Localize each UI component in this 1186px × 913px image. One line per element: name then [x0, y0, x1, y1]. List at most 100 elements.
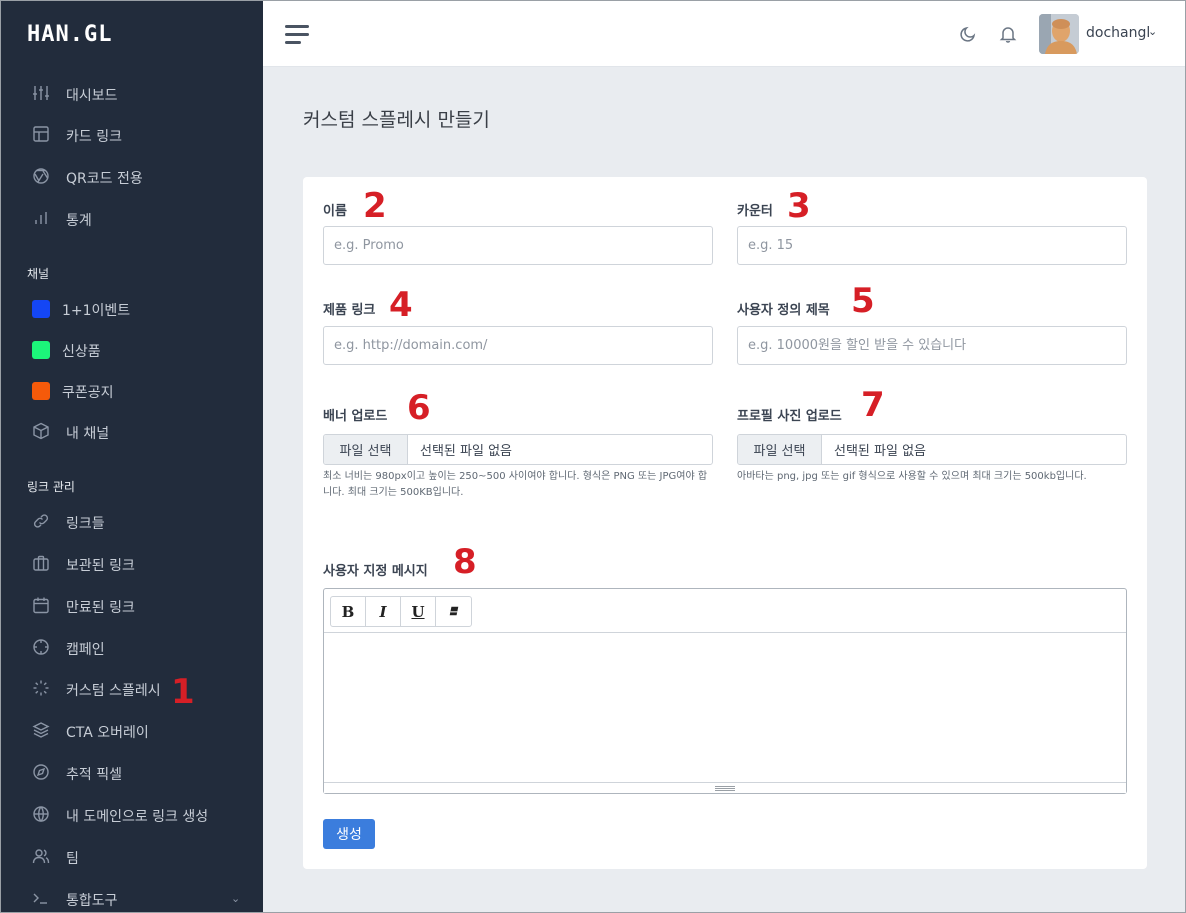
sidebar-item-integrations[interactable]: 통합도구 ⌄: [1, 879, 263, 912]
sidebar-item-label: 신상품: [62, 344, 101, 360]
links-section-title: 링크 관리: [27, 480, 75, 494]
sidebar-item-label: 추적 픽셀: [66, 767, 122, 783]
briefcase-icon: [32, 554, 50, 572]
bold-button[interactable]: B: [331, 597, 366, 626]
sidebar-item-my-channel[interactable]: 내 채널: [1, 412, 263, 452]
sidebar-item-label: 1+1이벤트: [62, 303, 131, 319]
top-bar: dochangl ⌄: [263, 1, 1185, 67]
sidebar-item-label: 보관된 링크: [66, 558, 135, 574]
annotation-marker: 5: [851, 281, 875, 321]
globe-icon: [32, 805, 50, 823]
file-status: 선택된 파일 없음: [420, 444, 512, 459]
avatar[interactable]: [1039, 14, 1079, 54]
sidebar-item-links[interactable]: 링크들: [1, 502, 263, 542]
users-icon: [32, 847, 50, 865]
crosshair-icon: [32, 638, 50, 656]
message-label: 사용자 지정 메시지: [323, 564, 428, 579]
app-window: HAN.GL 대시보드 카드 링크 QR코드 전용 통계 채널 1+1이벤트 신…: [0, 0, 1186, 913]
sidebar-item-label: 내 도메인으로 링크 생성: [66, 809, 209, 825]
chevron-down-icon: ⌄: [231, 892, 241, 905]
product-link-label: 제품 링크: [323, 303, 376, 318]
moon-icon[interactable]: [959, 25, 977, 43]
channels-section-title: 채널: [27, 267, 50, 281]
hamburger-menu-icon[interactable]: [285, 23, 309, 44]
sidebar-item-label: 내 채널: [66, 426, 110, 442]
username[interactable]: dochangl: [1086, 25, 1150, 41]
banner-upload-label: 배너 업로드: [323, 409, 388, 424]
bell-icon[interactable]: [999, 25, 1017, 43]
sidebar-item-label: 통계: [66, 213, 92, 229]
italic-button[interactable]: I: [366, 597, 401, 626]
choose-file-button[interactable]: 파일 선택: [324, 435, 408, 464]
banner-file-input[interactable]: 파일 선택 선택된 파일 없음: [323, 434, 713, 465]
bar-chart-icon: [32, 209, 50, 227]
annotation-marker: 4: [389, 285, 413, 325]
compass-icon: [32, 763, 50, 781]
avatar-help-text: 아바타는 png, jpg 또는 gif 형식으로 사용할 수 있으며 최대 크…: [737, 471, 1087, 482]
channel-color-swatch: [32, 341, 50, 359]
sidebar-item-campaign[interactable]: 캠페인: [1, 628, 263, 668]
annotation-marker: 3: [787, 186, 811, 226]
name-input[interactable]: [323, 226, 713, 265]
sidebar-item-label: 대시보드: [66, 88, 118, 104]
counter-input[interactable]: [737, 226, 1127, 265]
sidebar-item-label: 팀: [66, 851, 79, 867]
sidebar-item-dashboard[interactable]: 대시보드: [1, 74, 263, 114]
message-editor: B I U: [323, 588, 1127, 794]
layout-icon: [32, 125, 50, 143]
sidebar-item-expired[interactable]: 만료된 링크: [1, 586, 263, 626]
choose-file-button[interactable]: 파일 선택: [738, 435, 822, 464]
channel-color-swatch: [32, 300, 50, 318]
sidebar-item-pixel[interactable]: 추적 픽셀: [1, 753, 263, 793]
sidebar-item-custom-splash[interactable]: 커스텀 스플레시: [1, 669, 263, 709]
annotation-marker: 2: [363, 186, 387, 226]
sidebar-item-label: 카드 링크: [66, 129, 122, 145]
sidebar-item-label: CTA 오버레이: [66, 725, 149, 741]
sidebar-item-stats[interactable]: 통계: [1, 199, 263, 239]
sidebar-item-cta-overlay[interactable]: CTA 오버레이: [1, 711, 263, 751]
custom-title-label: 사용자 정의 제목: [737, 303, 830, 318]
annotation-marker: 6: [407, 388, 431, 428]
resize-handle[interactable]: [324, 782, 1126, 793]
sidebar-item-team[interactable]: 팀: [1, 837, 263, 877]
sidebar-item-archived[interactable]: 보관된 링크: [1, 544, 263, 584]
sidebar-item-qr[interactable]: QR코드 전용: [1, 157, 263, 197]
sidebar-item-channel-event[interactable]: 1+1이벤트: [1, 289, 263, 329]
sidebar-item-channel-new[interactable]: 신상품: [1, 330, 263, 370]
calendar-icon: [32, 596, 50, 614]
counter-label: 카운터: [737, 204, 773, 219]
channel-color-swatch: [32, 382, 50, 400]
sidebar: HAN.GL 대시보드 카드 링크 QR코드 전용 통계 채널 1+1이벤트 신…: [1, 1, 263, 912]
product-link-input[interactable]: [323, 326, 713, 365]
name-label: 이름: [323, 204, 347, 219]
page-title: 커스텀 스플레시 만들기: [303, 109, 490, 131]
sidebar-item-label: 쿠폰공지: [62, 385, 114, 401]
chevron-down-icon[interactable]: ⌄: [1148, 25, 1157, 38]
sidebar-item-label: 통합도구: [66, 893, 118, 909]
sidebar-item-label: 캠페인: [66, 642, 105, 658]
custom-title-input[interactable]: [737, 326, 1127, 365]
sidebar-item-label: 만료된 링크: [66, 600, 135, 616]
sidebar-item-domain[interactable]: 내 도메인으로 링크 생성: [1, 795, 263, 835]
file-status: 선택된 파일 없음: [834, 444, 926, 459]
eraser-button[interactable]: [436, 597, 471, 626]
avatar-file-input[interactable]: 파일 선택 선택된 파일 없음: [737, 434, 1127, 465]
banner-help-text: 최소 너비는 980px이고 높이는 250~500 사이여야 합니다. 형식은…: [323, 471, 708, 498]
format-button-group: B I U: [330, 596, 472, 627]
link-icon: [32, 512, 50, 530]
loader-icon: [32, 679, 50, 697]
avatar-upload-label: 프로필 사진 업로드: [737, 409, 842, 424]
sidebar-item-card-link[interactable]: 카드 링크: [1, 115, 263, 155]
terminal-icon: [32, 889, 50, 907]
message-textarea[interactable]: [324, 634, 1126, 782]
annotation-marker: 1: [171, 672, 195, 712]
sidebar-item-label: 링크들: [66, 516, 105, 532]
underline-button[interactable]: U: [401, 597, 436, 626]
box-icon: [32, 422, 50, 440]
editor-toolbar: B I U: [324, 589, 1126, 633]
layers-icon: [32, 721, 50, 739]
sidebar-item-channel-coupon[interactable]: 쿠폰공지: [1, 371, 263, 411]
sidebar-item-label: QR코드 전용: [66, 171, 143, 187]
create-button[interactable]: 생성: [323, 819, 375, 849]
logo: HAN.GL: [27, 22, 113, 47]
